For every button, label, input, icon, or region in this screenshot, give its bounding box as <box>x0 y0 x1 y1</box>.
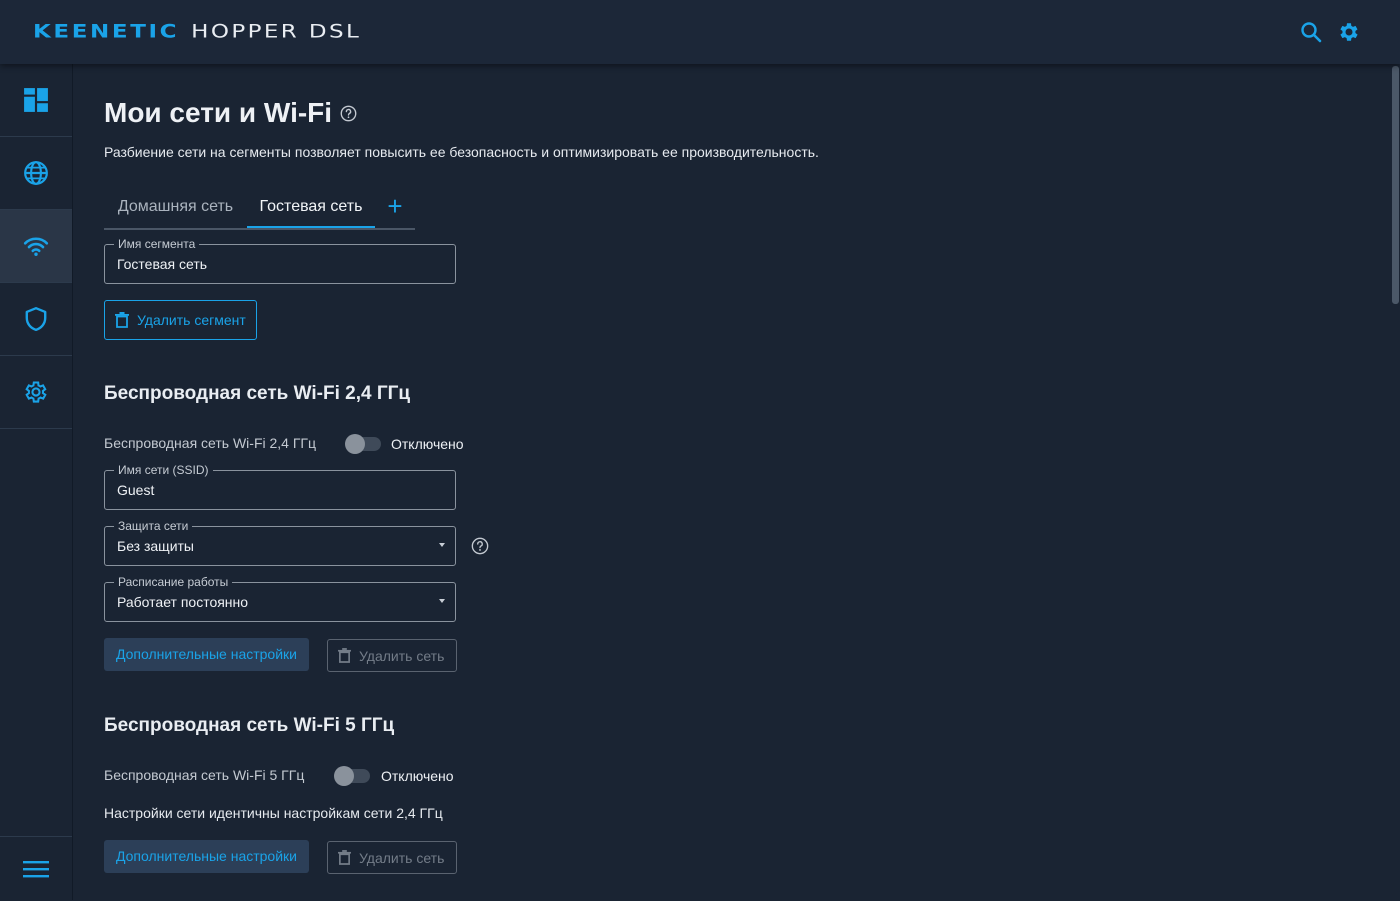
top-header: KEENETIC HOPPER DSL <box>0 0 1400 64</box>
chevron-down-icon <box>439 599 445 603</box>
tab-guest-network[interactable]: Гостевая сеть <box>247 188 375 228</box>
wifi24-advanced-button[interactable]: Дополнительные настройки <box>104 638 309 671</box>
wifi5-note: Настройки сети идентичны настройкам сети… <box>104 805 443 821</box>
main-content: Мои сети и Wi-Fi Разбиение сети на сегме… <box>73 64 1391 900</box>
delete-segment-label: Удалить сегмент <box>137 312 246 328</box>
brand-model: HOPPER DSL <box>191 21 362 43</box>
wifi5-delete-button[interactable]: Удалить сеть <box>327 841 457 874</box>
trash-icon <box>338 850 351 865</box>
trash-icon <box>338 648 351 663</box>
schedule-value: Работает постоянно <box>117 594 249 610</box>
page-description: Разбиение сети на сегменты позволяет пов… <box>104 144 819 160</box>
wifi24-section-title: Беспроводная сеть Wi-Fi 2,4 ГГц <box>104 383 411 404</box>
gear-icon <box>25 381 47 403</box>
wifi5-toggle[interactable] <box>334 766 370 786</box>
segment-tabs: Домашняя сеть Гостевая сеть + <box>104 188 415 230</box>
wifi-icon <box>23 237 49 256</box>
dashboard-icon <box>24 88 48 112</box>
scrollbar-thumb[interactable] <box>1392 66 1399 304</box>
wifi5-advanced-button[interactable]: Дополнительные настройки <box>104 840 309 873</box>
help-icon[interactable] <box>340 105 357 122</box>
sidebar-item-security[interactable] <box>0 283 72 356</box>
security-label: Защита сети <box>114 519 193 533</box>
page-title: Мои сети и Wi-Fi <box>104 97 357 129</box>
sidebar-item-dashboard[interactable] <box>0 64 72 137</box>
delete-segment-button[interactable]: Удалить сегмент <box>104 300 257 340</box>
wifi24-delete-label: Удалить сеть <box>359 647 445 664</box>
wifi24-delete-button[interactable]: Удалить сеть <box>327 639 457 672</box>
search-icon[interactable] <box>1299 20 1323 44</box>
segment-name-field[interactable]: Имя сегмента Гостевая сеть <box>104 237 456 284</box>
segment-name-label: Имя сегмента <box>114 237 200 251</box>
trash-icon <box>115 312 129 328</box>
shield-icon <box>25 306 47 332</box>
globe-icon <box>24 161 48 185</box>
ssid-label: Имя сети (SSID) <box>114 463 213 477</box>
hamburger-icon <box>23 861 49 878</box>
sidebar-menu-button[interactable] <box>0 836 72 901</box>
wifi5-toggle-label: Беспроводная сеть Wi-Fi 5 ГГц <box>104 767 305 783</box>
gear-icon[interactable] <box>1337 20 1361 44</box>
wifi5-toggle-state: Отключено <box>381 768 454 784</box>
tab-home-network[interactable]: Домашняя сеть <box>104 188 247 226</box>
wifi24-toggle[interactable] <box>345 434 381 454</box>
ssid-value: Guest <box>117 482 155 498</box>
wifi5-section-title: Беспроводная сеть Wi-Fi 5 ГГц <box>104 715 395 736</box>
wifi24-toggle-label: Беспроводная сеть Wi-Fi 2,4 ГГц <box>104 435 317 451</box>
wifi24-toggle-state: Отключено <box>391 436 464 452</box>
ssid-field[interactable]: Имя сети (SSID) Guest <box>104 463 456 510</box>
schedule-label: Расписание работы <box>114 575 233 589</box>
security-help-icon[interactable] <box>471 537 489 555</box>
schedule-select[interactable]: Расписание работы Работает постоянно <box>104 575 456 622</box>
wifi5-delete-label: Удалить сеть <box>359 849 445 866</box>
sidebar-item-internet[interactable] <box>0 137 72 210</box>
add-segment-button[interactable]: + <box>384 188 406 226</box>
sidebar-item-wifi[interactable] <box>0 210 72 283</box>
security-select[interactable]: Защита сети Без защиты <box>104 519 456 566</box>
segment-name-value: Гостевая сеть <box>117 256 208 272</box>
brand-logo[interactable]: KEENETIC HOPPER DSL <box>33 19 361 45</box>
scrollbar[interactable] <box>1391 64 1400 900</box>
chevron-down-icon <box>439 543 445 547</box>
sidebar <box>0 64 73 900</box>
sidebar-item-system[interactable] <box>0 356 72 429</box>
brand-name: KEENETIC <box>33 21 180 43</box>
security-value: Без защиты <box>117 538 194 554</box>
page-title-text: Мои сети и Wi-Fi <box>104 97 333 128</box>
